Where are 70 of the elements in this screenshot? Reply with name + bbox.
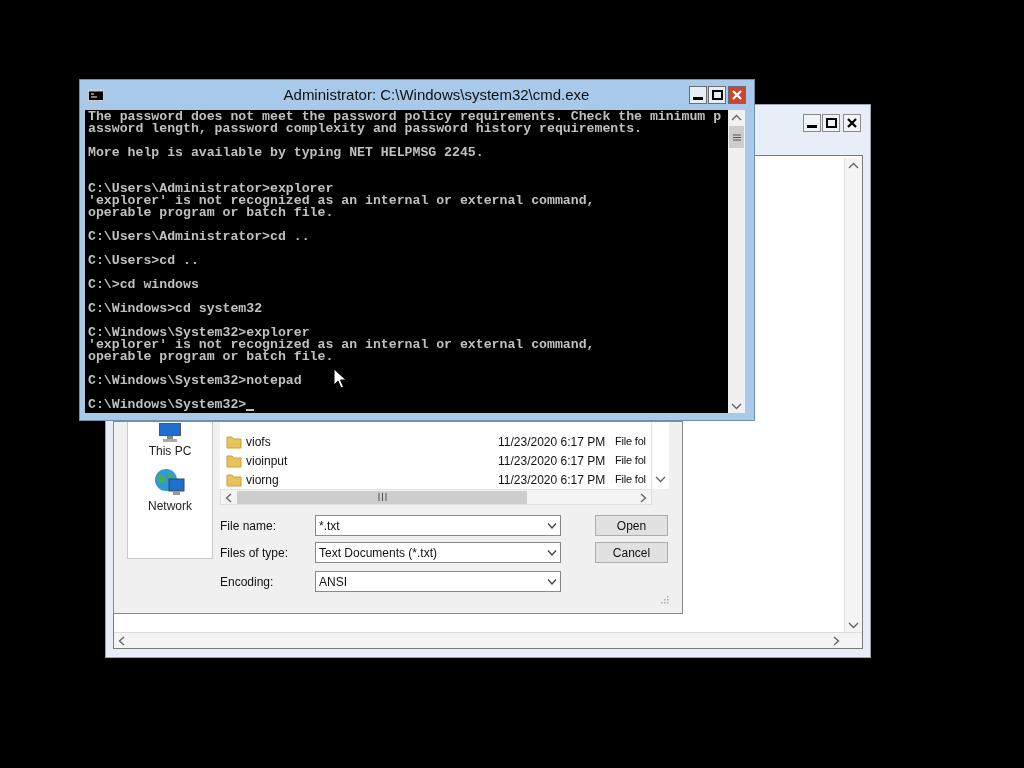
nav-item-label[interactable]: Network bbox=[148, 499, 192, 514]
file-row[interactable]: vioinput 11/23/2020 6:17 PM File fol bbox=[220, 451, 651, 470]
maximize-button[interactable] bbox=[708, 86, 726, 104]
console-line: operable program or batch file. bbox=[88, 351, 334, 363]
field-label: File name: bbox=[220, 517, 278, 535]
horizontal-scrollbar[interactable] bbox=[114, 632, 862, 648]
console-line: C:\Windows>cd system32 bbox=[88, 303, 263, 315]
dropdown-icon bbox=[547, 548, 557, 557]
file-name: viofs bbox=[246, 433, 272, 451]
dropdown-icon bbox=[547, 577, 557, 586]
console-line: C:\Users\Administrator>cd .. bbox=[88, 231, 310, 243]
minimize-icon bbox=[807, 124, 817, 128]
mouse-pointer-icon bbox=[333, 368, 347, 390]
nav-item-label[interactable]: This PC bbox=[148, 444, 192, 459]
minimize-icon bbox=[693, 96, 703, 100]
maximize-icon bbox=[711, 90, 723, 100]
date-modified: 11/23/2020 6:17 PM bbox=[498, 452, 607, 470]
dialog-button[interactable]: Cancel bbox=[595, 542, 668, 563]
folder-icon bbox=[226, 453, 242, 468]
combo-box[interactable]: *.txt bbox=[315, 515, 561, 536]
file-type: File fol bbox=[615, 434, 646, 450]
console-line: C:\Windows\System32>notepad bbox=[88, 375, 302, 387]
close-icon bbox=[732, 90, 742, 100]
field-label: Files of type: bbox=[220, 544, 290, 562]
folder-icon bbox=[226, 434, 242, 449]
scrollbar-thumb[interactable] bbox=[729, 126, 744, 148]
grip-icon bbox=[377, 493, 387, 501]
date-modified: 11/23/2020 6:17 PM bbox=[498, 471, 607, 489]
console-line: assword length, password complexity and password history requirements. bbox=[88, 123, 642, 135]
resize-grip-icon[interactable] bbox=[661, 596, 669, 604]
minimize-button[interactable] bbox=[689, 86, 707, 104]
file-type: File fol bbox=[615, 453, 646, 469]
combo-box[interactable]: Text Documents (*.txt) bbox=[315, 542, 561, 563]
console-line: C:\Users>cd .. bbox=[88, 255, 199, 267]
network-icon[interactable] bbox=[154, 467, 186, 497]
combo-box[interactable]: ANSI bbox=[315, 571, 561, 592]
console-line: The password does not meet the password policy requirements. Check the minimum p bbox=[88, 111, 722, 123]
minimize-button[interactable] bbox=[803, 114, 821, 132]
scrollbar-thumb[interactable] bbox=[237, 490, 527, 504]
file-type: File fol bbox=[615, 472, 646, 488]
vertical-scrollbar[interactable] bbox=[844, 158, 862, 632]
field-label: Encoding: bbox=[220, 573, 275, 591]
folder-icon bbox=[226, 472, 242, 487]
file-row[interactable]: viorng 11/23/2020 6:17 PM File fol bbox=[220, 470, 651, 489]
console-line: C:\Windows\System32>explorer bbox=[88, 327, 310, 339]
maximize-button[interactable] bbox=[822, 114, 840, 132]
console-line: 'explorer' is not recognized as an internal or external command, bbox=[88, 195, 595, 207]
close-button[interactable] bbox=[843, 114, 861, 132]
file-name: vioinput bbox=[246, 452, 289, 470]
vertical-scrollbar[interactable] bbox=[651, 422, 668, 489]
console-line: C:\Users\Administrator>explorer bbox=[88, 183, 334, 195]
console-icon[interactable] bbox=[88, 89, 104, 101]
computer-icon[interactable] bbox=[156, 423, 184, 442]
maximize-icon bbox=[825, 118, 837, 128]
horizontal-scrollbar[interactable] bbox=[220, 489, 652, 505]
console-line: More help is available by typing NET HELPMSG 2245. bbox=[88, 147, 484, 159]
date-modified: 11/23/2020 6:17 PM bbox=[498, 433, 607, 451]
file-row[interactable]: viofs 11/23/2020 6:17 PM File fol bbox=[220, 432, 651, 451]
dialog-button[interactable]: Open bbox=[595, 515, 668, 536]
console-line: operable program or batch file. bbox=[88, 207, 334, 219]
console-line: C:\Windows\System32> bbox=[88, 399, 247, 411]
console-line: C:\>cd windows bbox=[88, 279, 199, 291]
console-line: 'explorer' is not recognized as an internal or external command, bbox=[88, 339, 595, 351]
close-icon bbox=[847, 118, 857, 128]
file-name: viorng bbox=[246, 471, 280, 489]
grip-icon bbox=[732, 133, 741, 141]
console-area[interactable] bbox=[85, 110, 728, 413]
window-title: Administrator: C:\Windows\system32\cmd.exe bbox=[282, 84, 591, 105]
vertical-scrollbar[interactable] bbox=[728, 110, 745, 413]
dropdown-icon bbox=[547, 521, 557, 530]
